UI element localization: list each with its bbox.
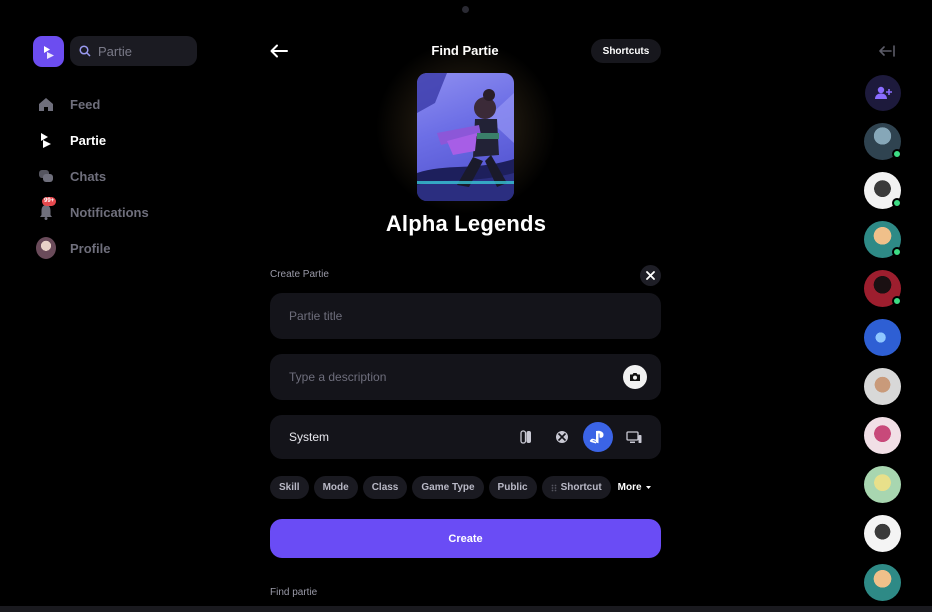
avatar bbox=[36, 237, 56, 259]
camera-dot bbox=[462, 6, 469, 13]
online-indicator bbox=[892, 247, 902, 257]
sidebar-item-label: Notifications bbox=[70, 204, 149, 220]
sidebar-item-label: Feed bbox=[70, 96, 101, 112]
more-filters-button[interactable]: More bbox=[618, 482, 652, 493]
chip-label: Public bbox=[497, 482, 528, 493]
search-input[interactable] bbox=[98, 43, 188, 59]
playstation-icon bbox=[589, 430, 604, 444]
chats-icon bbox=[36, 166, 56, 186]
game-cover-image[interactable] bbox=[417, 73, 514, 201]
platform-options bbox=[511, 422, 649, 452]
chip-skill[interactable]: Skill bbox=[270, 476, 309, 499]
game-cover-art bbox=[417, 73, 514, 201]
chip-shortcut[interactable]: Shortcut bbox=[541, 476, 611, 499]
sidebar-item-label: Chats bbox=[70, 168, 107, 184]
chip-label: Mode bbox=[322, 482, 349, 493]
platform-playstation-button[interactable] bbox=[583, 422, 613, 452]
system-selector: System bbox=[270, 415, 661, 459]
description-field[interactable] bbox=[270, 354, 661, 400]
pc-icon bbox=[626, 430, 642, 443]
sidebar-item-notifications[interactable]: 99+ Notifications bbox=[36, 194, 206, 230]
friend-avatar[interactable] bbox=[864, 319, 901, 356]
partie-logo-icon bbox=[36, 130, 56, 150]
friend-avatar[interactable] bbox=[864, 368, 901, 405]
chevron-down-icon bbox=[645, 486, 651, 489]
sidebar-nav: Feed Partie Chats 99+ Notifications Prof… bbox=[36, 86, 206, 266]
notification-badge: 99+ bbox=[42, 197, 57, 206]
friend-avatar[interactable] bbox=[864, 172, 902, 209]
chip-public[interactable]: Public bbox=[488, 476, 537, 499]
add-user-icon bbox=[875, 86, 892, 99]
back-button[interactable] bbox=[268, 40, 290, 62]
arrow-left-icon bbox=[270, 44, 288, 58]
find-partie-label: Find partie bbox=[270, 587, 318, 598]
create-button[interactable]: Create bbox=[270, 519, 661, 558]
partie-title-input[interactable] bbox=[289, 309, 589, 323]
platform-xbox-button[interactable] bbox=[547, 422, 577, 452]
chip-game-type[interactable]: Game Type bbox=[412, 476, 484, 499]
create-partie-label: Create Partie bbox=[270, 269, 329, 280]
sidebar-item-label: Partie bbox=[70, 132, 107, 148]
online-indicator bbox=[892, 296, 902, 306]
more-label: More bbox=[617, 482, 642, 493]
online-indicator bbox=[892, 198, 902, 208]
search-bar[interactable] bbox=[70, 36, 197, 66]
search-icon bbox=[79, 45, 91, 57]
friend-avatar[interactable] bbox=[864, 123, 902, 160]
platform-switch-button[interactable] bbox=[511, 422, 541, 452]
friend-avatar[interactable] bbox=[864, 466, 901, 503]
sidebar-item-profile[interactable]: Profile bbox=[36, 230, 206, 266]
friend-avatar[interactable] bbox=[864, 417, 901, 454]
platform-pc-button[interactable] bbox=[619, 422, 649, 452]
chip-label: Skill bbox=[279, 482, 300, 493]
app-logo[interactable] bbox=[33, 36, 64, 67]
shortcuts-button[interactable]: Shortcuts bbox=[591, 39, 661, 63]
grip-icon bbox=[551, 484, 556, 491]
bell-icon: 99+ bbox=[36, 197, 57, 222]
home-icon bbox=[36, 94, 56, 114]
system-label: System bbox=[289, 430, 330, 444]
game-title: Alpha Legends bbox=[385, 211, 547, 236]
close-icon bbox=[646, 271, 655, 280]
chip-class[interactable]: Class bbox=[362, 476, 408, 499]
sidebar-item-chats[interactable]: Chats bbox=[36, 158, 206, 194]
chip-label: Game Type bbox=[421, 482, 475, 493]
online-indicator bbox=[892, 149, 902, 159]
collapse-right-icon bbox=[879, 45, 895, 57]
sidebar-item-label: Profile bbox=[70, 240, 111, 256]
attach-image-button[interactable] bbox=[623, 365, 647, 389]
description-input[interactable] bbox=[289, 370, 589, 384]
friends-list bbox=[864, 123, 904, 612]
partie-title-field[interactable] bbox=[270, 293, 661, 339]
partie-logo-icon bbox=[43, 45, 54, 59]
friend-avatar[interactable] bbox=[864, 270, 902, 307]
filter-chips: Skill Mode Class Game Type Public Shortc… bbox=[270, 476, 652, 499]
close-button[interactable] bbox=[640, 265, 661, 286]
friend-avatar[interactable] bbox=[864, 221, 902, 258]
switch-icon bbox=[520, 430, 531, 444]
chip-mode[interactable]: Mode bbox=[313, 476, 358, 499]
sidebar-item-partie[interactable]: Partie bbox=[36, 122, 206, 158]
chip-label: Class bbox=[371, 482, 399, 493]
friend-avatar[interactable] bbox=[864, 515, 901, 552]
sidebar-item-feed[interactable]: Feed bbox=[36, 86, 206, 122]
collapse-sidebar-button[interactable] bbox=[876, 42, 898, 60]
friend-avatar[interactable] bbox=[864, 564, 901, 601]
bottom-edge bbox=[0, 606, 932, 612]
camera-icon bbox=[630, 373, 640, 381]
add-friend-button[interactable] bbox=[865, 75, 901, 111]
xbox-icon bbox=[556, 431, 568, 443]
chip-label: Shortcut bbox=[560, 482, 602, 493]
